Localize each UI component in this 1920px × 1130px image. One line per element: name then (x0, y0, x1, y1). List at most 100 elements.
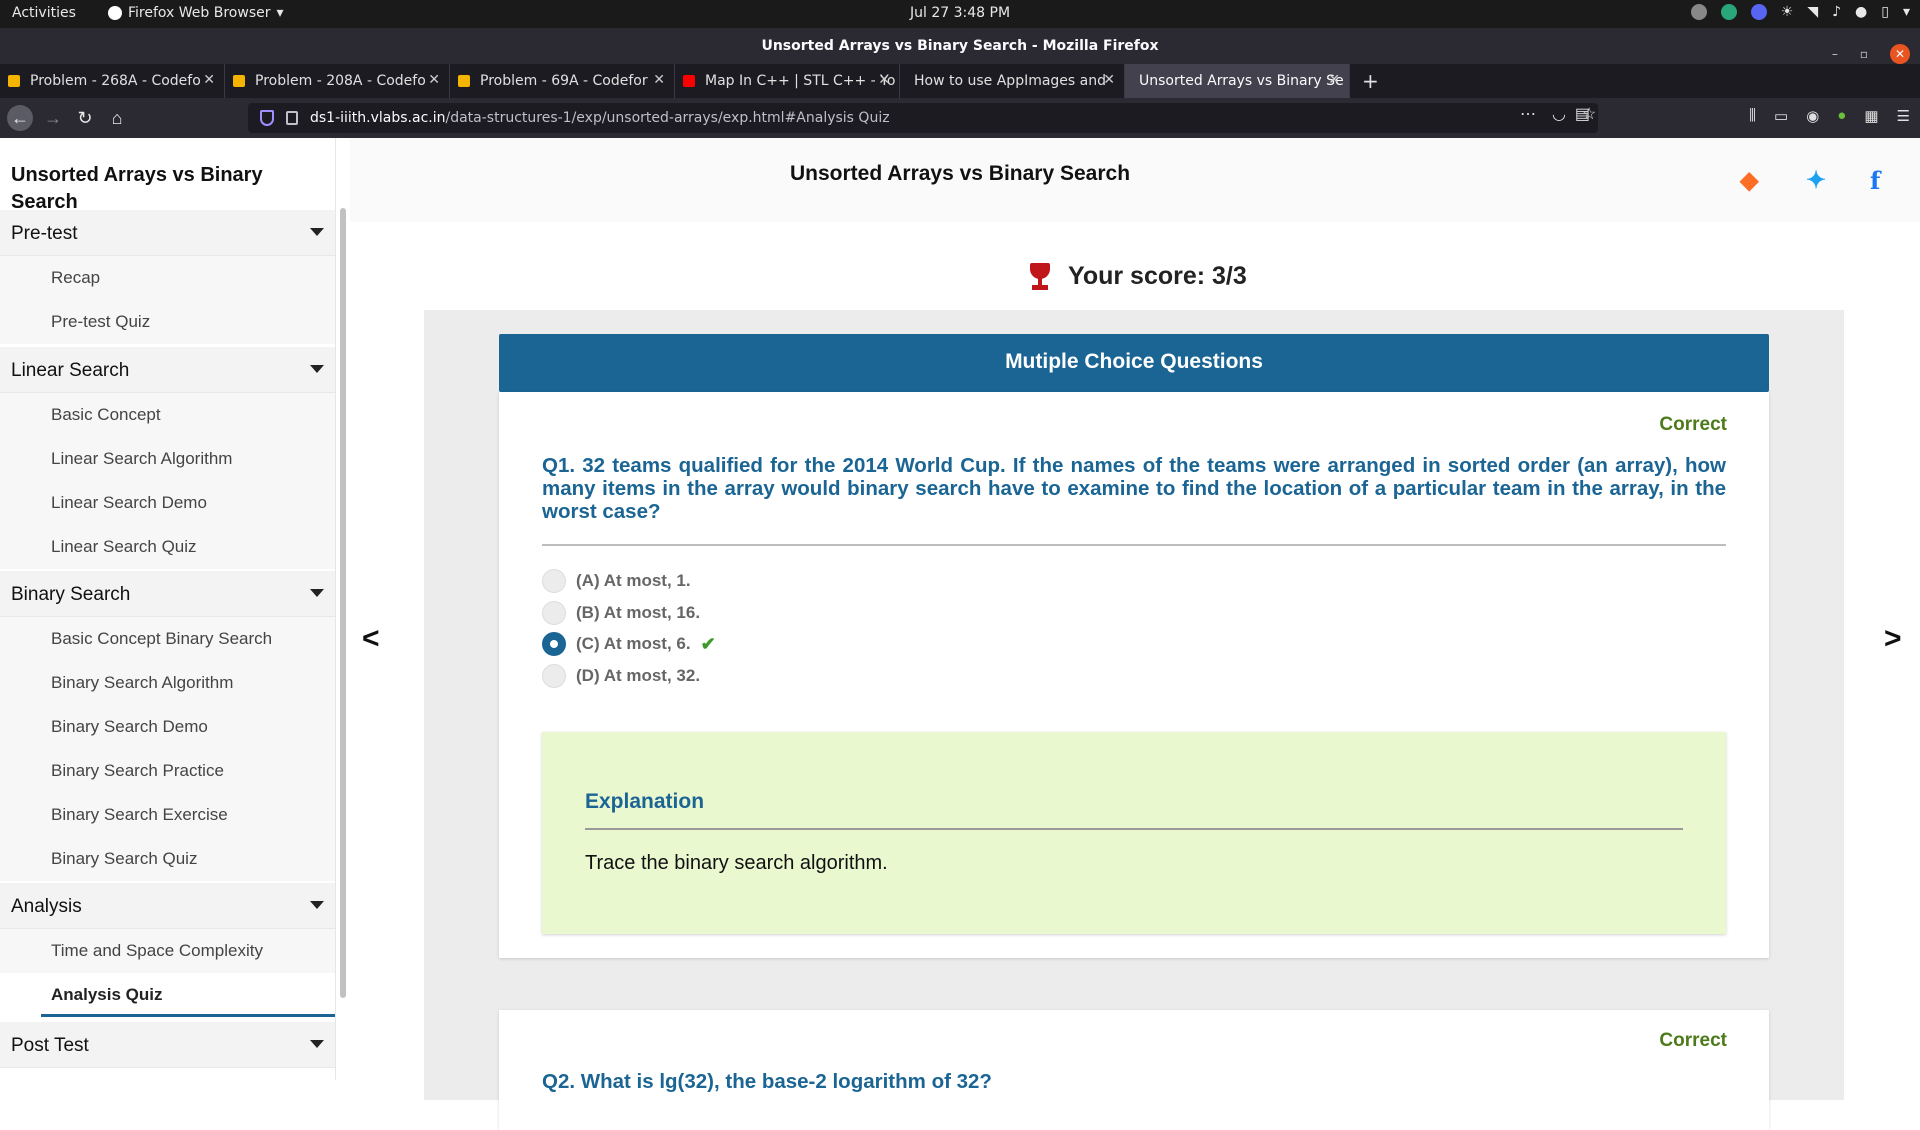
sidebar-item-linear-search-quiz[interactable]: Linear Search Quiz (0, 525, 335, 569)
close-tab-icon[interactable]: ✕ (878, 72, 890, 88)
close-tab-icon[interactable]: ✕ (653, 72, 665, 88)
trophy-icon (1026, 262, 1054, 291)
option-b[interactable]: (B) At most, 16. (542, 600, 700, 626)
sidebar-item-analysis-quiz[interactable]: Analysis Quiz (0, 973, 335, 1017)
section-label: Analysis (11, 896, 82, 917)
sidebar-toggle-icon[interactable]: ▭ (1774, 107, 1788, 125)
sidebar-section-pre-test[interactable]: Pre-test (0, 210, 335, 256)
sidebar-item-basic-concept-binary-search[interactable]: Basic Concept Binary Search (0, 617, 335, 661)
pocket-icon[interactable]: ◡ (1552, 104, 1566, 124)
tab-3[interactable]: Problem - 69A - Codefor ✕ (450, 64, 675, 98)
divider (542, 544, 1726, 546)
volume-icon[interactable]: ♪ (1832, 4, 1841, 20)
library-icon[interactable]: ⫼ (1749, 107, 1756, 125)
notification-icon[interactable] (1690, 4, 1707, 20)
sidebar-section-analysis[interactable]: Analysis (0, 883, 335, 929)
extensions-icon[interactable]: ▦ (1864, 107, 1878, 125)
bookmark-star-icon[interactable]: ☆ (1582, 104, 1596, 124)
lock-icon[interactable] (286, 111, 298, 125)
twitter-icon[interactable]: ✦ (1806, 166, 1826, 195)
back-button[interactable]: ← (7, 105, 33, 131)
tab-2[interactable]: Problem - 208A - Codefo ✕ (225, 64, 450, 98)
option-a[interactable]: (A) At most, 1. (542, 568, 691, 594)
app-menu[interactable]: Firefox Web Browser ▾ (108, 5, 284, 21)
window-title-bar: Unsorted Arrays vs Binary Search - Mozil… (0, 28, 1920, 64)
extension-icon[interactable] (1720, 4, 1737, 20)
toolbar-icons: ⫼ ▭ ◉ ● ▦ ☰ (1749, 107, 1910, 125)
sidebar-item-binary-search-exercise[interactable]: Binary Search Exercise (0, 793, 335, 837)
facebook-icon[interactable]: f (1870, 166, 1880, 195)
radio-button[interactable] (542, 664, 566, 688)
previous-arrow-icon[interactable]: < (362, 622, 380, 656)
close-tab-icon[interactable]: ✕ (428, 72, 440, 88)
close-tab-icon[interactable]: ✕ (1328, 72, 1340, 88)
reload-button[interactable]: ↻ (72, 105, 98, 131)
new-tab-button[interactable]: + (1350, 64, 1386, 98)
sidebar-item-binary-search-demo[interactable]: Binary Search Demo (0, 705, 335, 749)
account-icon[interactable]: ◉ (1806, 107, 1819, 125)
gitlab-icon[interactable]: ◆ (1740, 166, 1758, 195)
page-actions: ⋯ ◡ ☆ (1520, 104, 1600, 124)
clock[interactable]: Jul 27 3:48 PM (910, 5, 1010, 21)
option-d[interactable]: (D) At most, 32. (542, 663, 700, 689)
tracking-protection-icon[interactable] (260, 110, 274, 126)
tab-5[interactable]: How to use AppImages and ✕ (900, 64, 1125, 98)
sidebar-item-label: Binary Search Exercise (51, 805, 228, 824)
option-label: (B) At most, 16. (576, 603, 701, 622)
sidebar-item-recap[interactable]: Recap (0, 256, 335, 300)
url-path: /data-structures-1/exp/unsorted-arrays/e… (445, 110, 890, 126)
sidebar-section-post-test[interactable]: Post Test (0, 1022, 335, 1068)
section-label: Pre-test (11, 223, 78, 244)
tab-label: Unsorted Arrays vs Binary Se (1139, 73, 1344, 89)
sidebar-item-binary-search-quiz[interactable]: Binary Search Quiz (0, 837, 335, 881)
forward-button[interactable]: → (40, 105, 66, 131)
option-label: (C) At most, 6. (576, 634, 691, 653)
close-tab-icon[interactable]: ✕ (1103, 72, 1115, 88)
system-tray[interactable]: ☀ ◥ ♪ ● ▯ ▾ (1690, 4, 1910, 20)
sidebar-item-label: Basic Concept Binary Search (51, 629, 273, 648)
radio-button[interactable] (542, 601, 566, 625)
chevron-down-icon[interactable]: ▾ (1903, 4, 1910, 20)
sidebar-item-label: Analysis Quiz (51, 985, 163, 1004)
sidebar-item-time-and-space-complexity[interactable]: Time and Space Complexity (0, 929, 335, 973)
page-header: Unsorted Arrays vs Binary Search ◆ ✦ f (350, 138, 1920, 222)
sidebar-item-binary-search-algorithm[interactable]: Binary Search Algorithm (0, 661, 335, 705)
discord-icon[interactable] (1750, 4, 1767, 20)
sidebar-section-linear-search[interactable]: Linear Search (0, 347, 335, 393)
sidebar-item-label: Binary Search Quiz (51, 849, 198, 868)
tab-strip: Problem - 268A - Codefo ✕ Problem - 208A… (0, 64, 1920, 98)
option-c[interactable]: (C) At most, 6. ✔ (542, 631, 716, 657)
mcq-header: Mutiple Choice Questions (499, 334, 1769, 392)
explanation-box: Explanation Trace the binary search algo… (542, 732, 1726, 934)
menu-icon[interactable]: ☰ (1897, 107, 1910, 125)
microphone-icon[interactable]: ● (1855, 4, 1867, 20)
close-tab-icon[interactable]: ✕ (203, 72, 215, 88)
battery-icon[interactable]: ▯ (1881, 4, 1889, 20)
home-button[interactable]: ⌂ (104, 105, 130, 131)
next-arrow-icon[interactable]: > (1884, 622, 1902, 656)
explanation-title: Explanation (585, 790, 705, 813)
addon-icon[interactable]: ● (1837, 107, 1846, 125)
tab-1[interactable]: Problem - 268A - Codefo ✕ (0, 64, 225, 98)
sidebar-item-pre-test-quiz[interactable]: Pre-test Quiz (0, 300, 335, 344)
sidebar-item-binary-search-practice[interactable]: Binary Search Practice (0, 749, 335, 793)
sidebar-item-basic-concept[interactable]: Basic Concept (0, 393, 335, 437)
tab-6-active[interactable]: Unsorted Arrays vs Binary Se ✕ (1125, 64, 1350, 98)
wifi-icon[interactable]: ◥ (1807, 4, 1818, 20)
activities-button[interactable]: Activities (12, 5, 76, 21)
tab-4[interactable]: Map In C++ | STL C++ - Yo ✕ (675, 64, 900, 98)
more-actions-icon[interactable]: ⋯ (1520, 104, 1536, 124)
radio-button[interactable] (542, 569, 566, 593)
question-card-1: Correct Q1. 32 teams qualified for the 2… (499, 392, 1769, 958)
sidebar-item-linear-search-demo[interactable]: Linear Search Demo (0, 481, 335, 525)
radio-button-selected[interactable] (542, 632, 566, 656)
sidebar-section-binary-search[interactable]: Binary Search (0, 571, 335, 617)
close-icon[interactable]: ✕ (1890, 44, 1910, 64)
section-label: Binary Search (11, 584, 131, 605)
url-host: ds1-iiith.vlabs.ac.in (310, 110, 446, 126)
url-bar[interactable]: ds1-iiith.vlabs.ac.in/data-structures-1/… (248, 103, 1598, 133)
sidebar-item-linear-search-algorithm[interactable]: Linear Search Algorithm (0, 437, 335, 481)
status-badge: Correct (1659, 414, 1727, 435)
sidebar-scrollbar[interactable] (340, 208, 346, 998)
brightness-icon[interactable]: ☀ (1781, 4, 1794, 20)
